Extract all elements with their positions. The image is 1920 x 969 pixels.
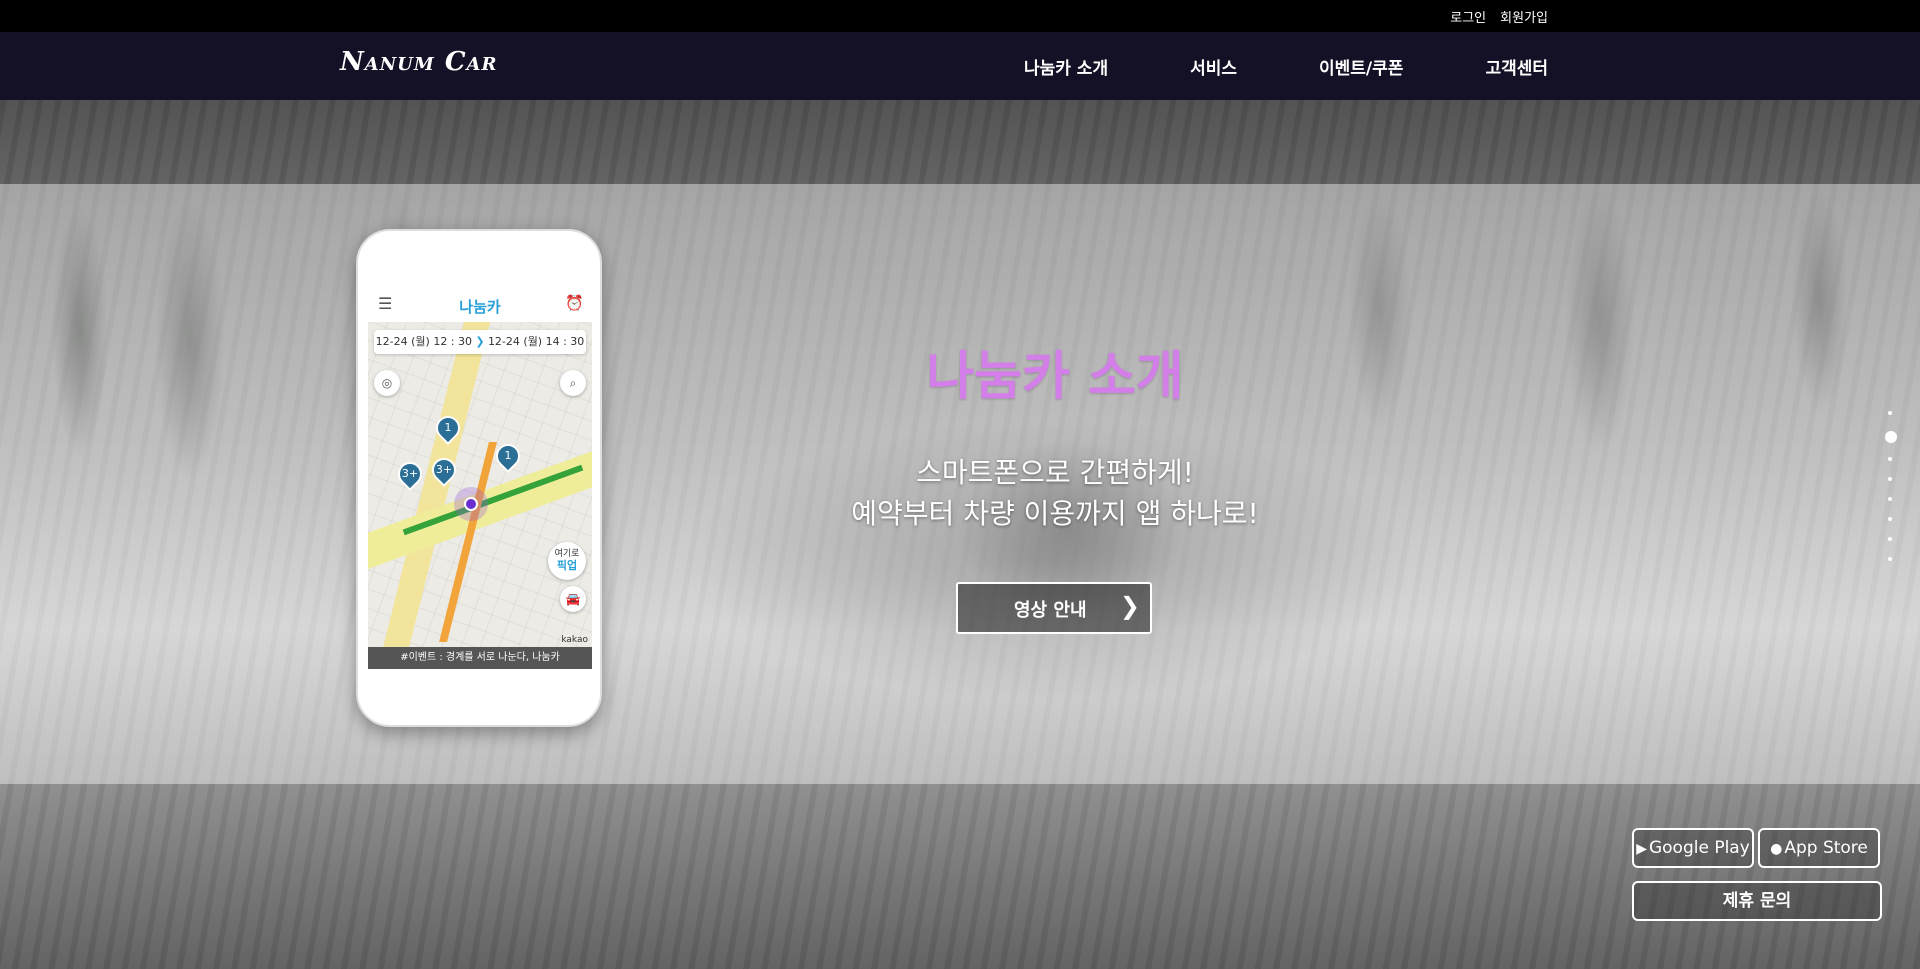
apple-icon: ● (1770, 841, 1783, 857)
site-logo[interactable]: Nanum Car (340, 47, 497, 77)
partner-inquiry-button[interactable]: 제휴 문의 (1632, 881, 1882, 921)
hero-title: 나눔카 소개 (926, 347, 1184, 407)
pagination-dot[interactable] (1888, 557, 1892, 561)
nav-item-intro[interactable]: 나눔카 소개 (1024, 54, 1108, 79)
google-play-button[interactable]: ▶ Google Play (1632, 828, 1754, 868)
pagination-dot[interactable] (1888, 411, 1892, 415)
pagination-dot[interactable] (1888, 517, 1892, 521)
video-guide-button[interactable]: 영상 안내 ❯ (956, 582, 1152, 634)
pagination-dot[interactable] (1888, 457, 1892, 461)
app-store-button[interactable]: ● App Store (1758, 828, 1880, 868)
car-search-icon: 🚘 (560, 586, 586, 612)
bell-icon: ⏰ (565, 294, 584, 312)
hero-subtitle: 스마트폰으로 간편하게! 예약부터 차량 이용까지 앱 하나로! (0, 452, 1920, 534)
login-link[interactable]: 로그인 (1450, 7, 1486, 26)
app-name: 나눔카 (459, 298, 501, 316)
section-pagination (1885, 411, 1897, 577)
chevron-right-icon: ❯ (1119, 592, 1140, 620)
hero-line-1: 스마트폰으로 간편하게! (916, 456, 1194, 489)
pickup-button: 여기로 픽업 (548, 542, 586, 580)
app-header: ☰ 나눔카 ⏰ (368, 288, 592, 322)
event-bar: #이벤트 : 경계를 서로 나눈다, 나눔카 (368, 647, 592, 669)
pagination-dot-active[interactable] (1885, 431, 1897, 443)
hero-line-2: 예약부터 차량 이용까지 앱 하나로! (851, 497, 1259, 530)
map-brand: kakao (561, 635, 588, 645)
main-navbar: Nanum Car 나눔카 소개 서비스 이벤트/쿠폰 고객센터 (0, 32, 1920, 100)
pagination-dot[interactable] (1888, 537, 1892, 541)
utility-links: 로그인 회원가입 (1450, 7, 1548, 26)
pagination-dot[interactable] (1888, 477, 1892, 481)
signup-link[interactable]: 회원가입 (1500, 7, 1548, 26)
nav-item-support[interactable]: 고객센터 (1485, 54, 1548, 79)
play-triangle-icon: ▶ (1636, 841, 1647, 857)
nav-item-service[interactable]: 서비스 (1190, 54, 1237, 79)
video-guide-label: 영상 안내 (1014, 600, 1087, 621)
utility-bar: 로그인 회원가입 (0, 0, 1920, 32)
nav-menu: 나눔카 소개 서비스 이벤트/쿠폰 고객센터 (942, 54, 1548, 79)
nav-item-event[interactable]: 이벤트/쿠폰 (1319, 54, 1403, 79)
pagination-dot[interactable] (1888, 497, 1892, 501)
